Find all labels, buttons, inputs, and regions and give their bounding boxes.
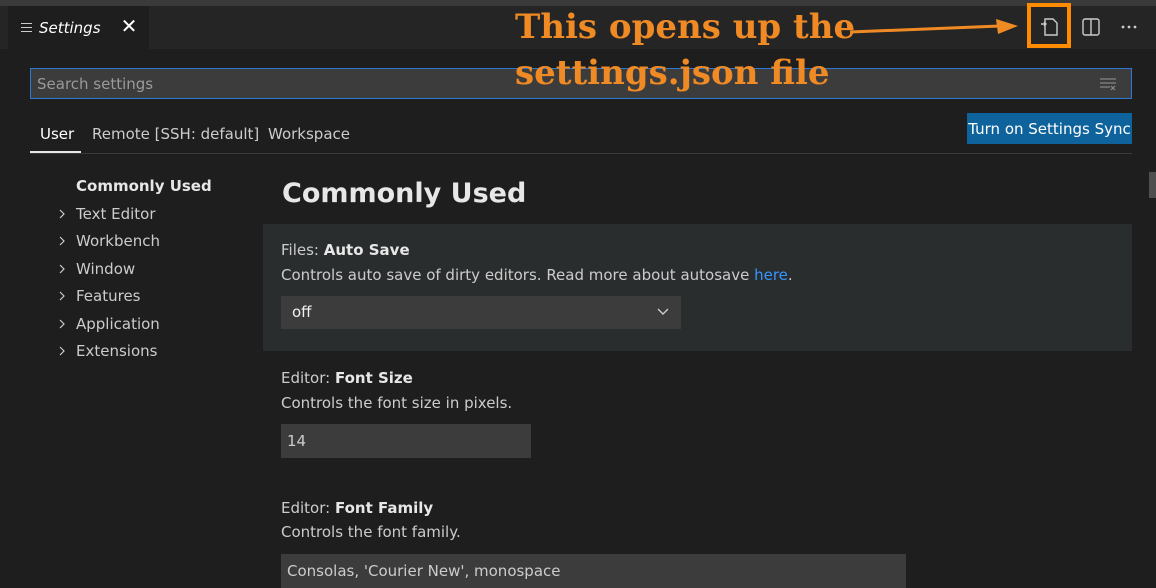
setting-title: Editor: Font Size: [281, 369, 413, 387]
toc-item-features[interactable]: Features: [55, 286, 255, 314]
setting-name: Auto Save: [323, 241, 410, 259]
close-icon[interactable]: ✕: [120, 15, 138, 37]
font-size-input[interactable]: 14: [281, 424, 531, 458]
font-family-input[interactable]: Consolas, 'Courier New', monospace: [281, 554, 906, 588]
toc-item-label: Window: [76, 259, 136, 278]
turn-on-settings-sync-button[interactable]: Turn on Settings Sync: [967, 113, 1132, 144]
setting-title: Files: Auto Save: [281, 241, 410, 259]
annotation-text-line-2: settings.json file: [515, 53, 830, 93]
toc-item-workbench[interactable]: Workbench: [55, 231, 255, 259]
auto-save-value: off: [292, 303, 312, 321]
toc-item-text-editor[interactable]: Text Editor: [55, 204, 255, 232]
setting-description: Controls the font family.: [281, 523, 461, 541]
toc-item-extensions[interactable]: Extensions: [55, 341, 255, 369]
annotation-text-line-1: This opens up the: [515, 7, 856, 47]
annotation-highlight-box: [1027, 3, 1071, 48]
toc-item-label: Workbench: [76, 232, 160, 250]
setting-name: Font Size: [334, 369, 413, 387]
tab-user[interactable]: User: [40, 125, 74, 143]
chevron-right-icon: [59, 236, 65, 246]
toc-item-label: Features: [76, 287, 141, 305]
chevron-right-icon: [59, 209, 65, 218]
toc-item-label: Application: [76, 314, 160, 333]
chevron-right-icon: [59, 346, 65, 356]
setting-description-text: Controls auto save of dirty editors. Rea…: [281, 266, 755, 284]
setting-category: Files:: [281, 241, 324, 259]
font-family-value: Consolas, 'Courier New', monospace: [287, 562, 561, 580]
tab-settings[interactable]: Settings ✕: [8, 6, 149, 49]
setting-title: Editor: Font Family: [281, 499, 433, 517]
tab-title: Settings: [39, 19, 101, 37]
setting-description-suffix: .: [787, 266, 793, 284]
chevron-right-icon: [59, 319, 65, 328]
chevron-down-icon: [657, 308, 669, 315]
setting-description: Controls auto save of dirty editors. Rea…: [281, 266, 793, 284]
tab-remote-ssh[interactable]: Remote [SSH: default]: [92, 125, 259, 143]
chevron-right-icon: [59, 264, 65, 273]
font-size-value: 14: [287, 432, 307, 450]
setting-category: Editor:: [281, 369, 335, 387]
setting-description: Controls the font size in pixels.: [281, 394, 513, 412]
filter-icon[interactable]: [1099, 77, 1117, 91]
toc-item-commonly-used[interactable]: Commonly Used: [55, 176, 255, 204]
split-editor-icon[interactable]: [1080, 16, 1102, 38]
setting-editor-font-size: Editor: Font Size Controls the font size…: [263, 352, 1132, 480]
active-tab-indicator: [30, 151, 81, 153]
toc-item-application[interactable]: Application: [55, 314, 255, 342]
setting-editor-font-family: Editor: Font Family Controls the font fa…: [263, 482, 1132, 588]
toc-item-window[interactable]: Window: [55, 259, 255, 287]
settings-file-icon: [21, 23, 32, 32]
annotation-arrow-icon: [850, 19, 1018, 34]
chevron-right-icon: [59, 291, 65, 301]
more-actions-icon[interactable]: [1118, 16, 1140, 38]
auto-save-dropdown[interactable]: off: [281, 296, 681, 329]
toc-item-label: Extensions: [76, 342, 158, 360]
tab-workspace[interactable]: Workspace: [268, 125, 350, 143]
scrollbar-thumb[interactable]: [1149, 172, 1156, 198]
settings-table-of-contents: Commonly Used Text Editor Workbench Wind…: [55, 176, 255, 369]
section-title: Commonly Used: [282, 178, 527, 209]
setting-category: Editor:: [281, 499, 335, 517]
setting-files-auto-save: Files: Auto Save Controls auto save of d…: [263, 224, 1132, 351]
toc-item-label: Commonly Used: [76, 177, 212, 195]
setting-name: Font Family: [334, 499, 434, 517]
autosave-docs-link[interactable]: here: [754, 266, 788, 284]
toc-item-label: Text Editor: [76, 204, 156, 223]
